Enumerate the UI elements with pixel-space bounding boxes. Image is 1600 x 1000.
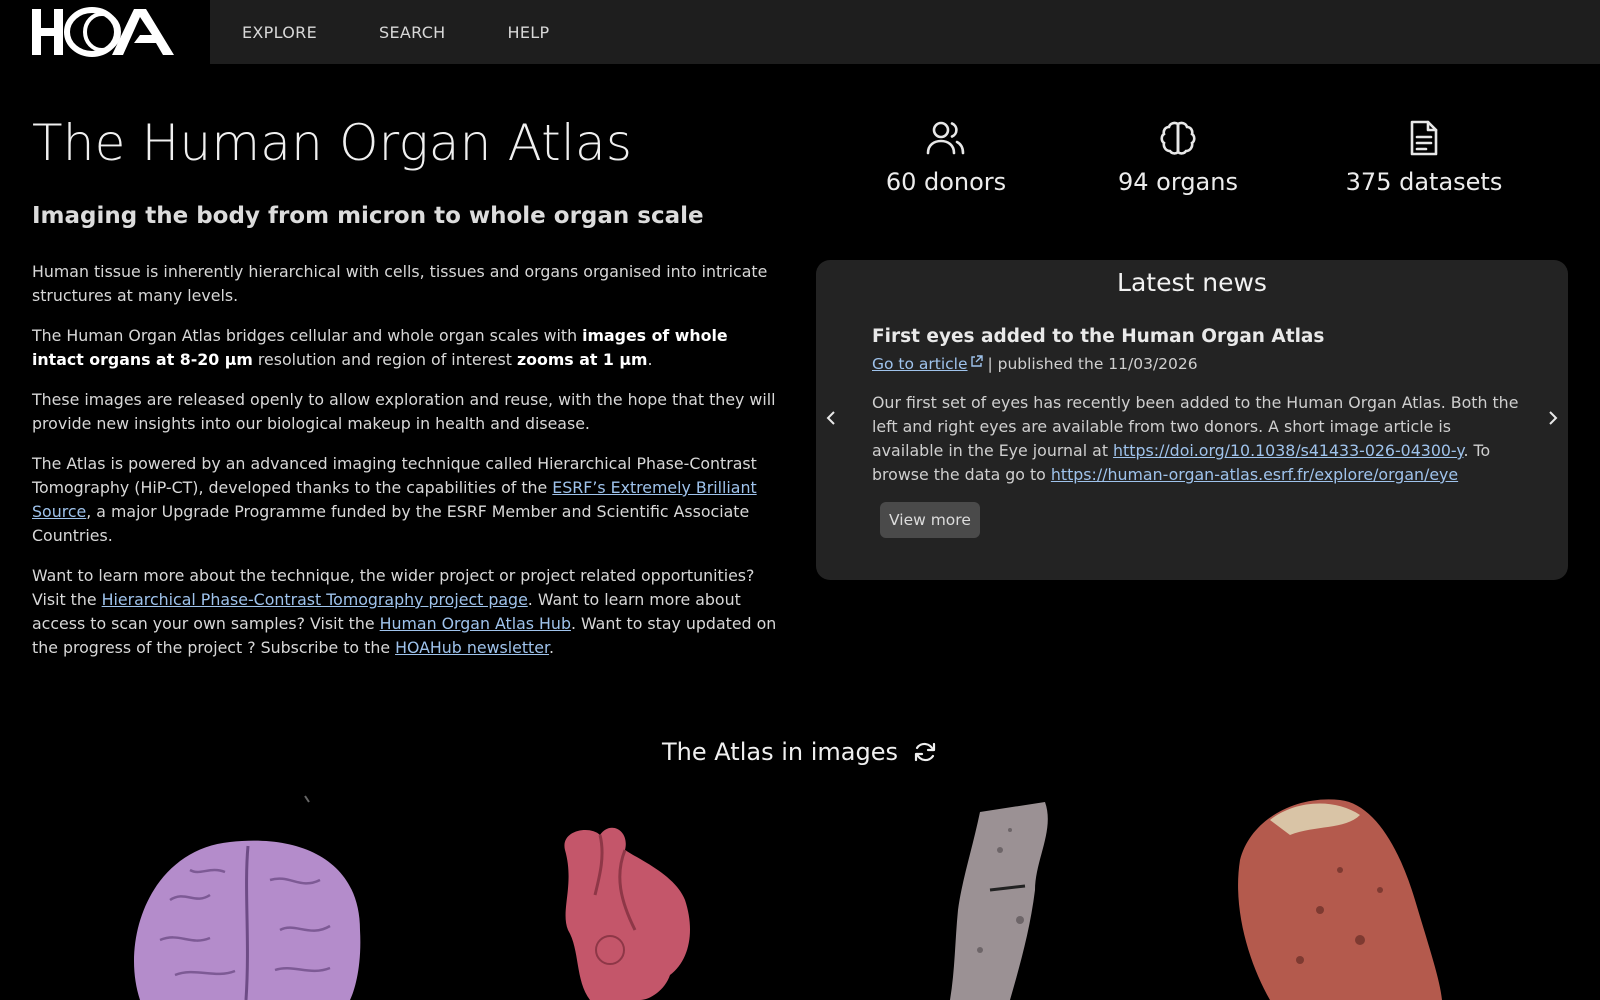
intro-text: Human tissue is inherently hierarchical … — [32, 260, 782, 660]
kidney-scan-image — [1238, 799, 1442, 1000]
news-meta: Go to article | published the 11/03/2026 — [872, 350, 1524, 377]
article-link-label: Go to article — [872, 355, 968, 373]
hoa-hub-link[interactable]: Human Organ Atlas Hub — [380, 614, 571, 633]
hoa-logo-icon — [32, 7, 174, 57]
gallery-tile-kidney[interactable] — [1210, 790, 1550, 1000]
donors-icon — [926, 121, 965, 155]
stat-donors: 60 donors — [846, 120, 1046, 196]
external-link-icon — [970, 350, 983, 376]
text-span: , a major Upgrade Programme funded by th… — [32, 502, 750, 545]
stat-datasets: 375 datasets — [1324, 120, 1524, 196]
intro-paragraph-5: Want to learn more about the technique, … — [32, 564, 782, 660]
main-nav: EXPLORE SEARCH HELP — [242, 0, 611, 64]
gallery-tile-brain[interactable] — [80, 790, 420, 1000]
newsletter-link[interactable]: HOAHub newsletter — [395, 638, 549, 657]
news-item: First eyes added to the Human Organ Atla… — [872, 324, 1524, 487]
intro-section: The Human Organ Atlas Imaging the body f… — [32, 112, 782, 676]
hipct-project-link[interactable]: Hierarchical Phase-Contrast Tomography p… — [102, 590, 528, 609]
doi-link[interactable]: https://doi.org/10.1038/s41433-026-04300… — [1113, 441, 1463, 460]
heart-scan-image — [564, 827, 690, 1000]
text-span: . — [549, 638, 555, 657]
news-prev-button[interactable] — [820, 406, 842, 430]
stat-organs-value: 94 organs — [1118, 168, 1238, 196]
intro-paragraph-1: Human tissue is inherently hierarchical … — [32, 262, 768, 305]
news-next-button[interactable] — [1542, 406, 1564, 430]
stats-row: 60 donors 94 organs 375 datasets — [816, 120, 1568, 220]
page-subtitle: Imaging the body from micron to whole or… — [32, 203, 704, 229]
nav-explore[interactable]: EXPLORE — [242, 23, 317, 42]
text-span: resolution and region of interest — [252, 350, 517, 369]
intro-paragraph-2: The Human Organ Atlas bridges cellular a… — [32, 324, 782, 372]
brain-icon — [1160, 121, 1196, 155]
intro-paragraph-4: The Atlas is powered by an advanced imag… — [32, 452, 782, 548]
news-title: First eyes added to the Human Organ Atla… — [872, 326, 1325, 347]
intro-paragraph-3: These images are released openly to allo… — [32, 390, 776, 433]
gallery-heading: The Atlas in images — [0, 738, 1600, 770]
page-title: The Human Organ Atlas — [32, 114, 633, 172]
document-icon — [1410, 120, 1438, 156]
nav-help[interactable]: HELP — [508, 23, 550, 42]
gallery-tile-heart[interactable] — [450, 790, 790, 1000]
top-navigation-bar: EXPLORE SEARCH HELP — [0, 0, 1600, 64]
brain-scan-image — [134, 795, 361, 1000]
refresh-icon[interactable] — [912, 740, 938, 770]
text-span: The Human Organ Atlas bridges cellular a… — [32, 326, 583, 345]
news-published-date: | published the 11/03/2026 — [982, 355, 1198, 373]
stat-datasets-value: 375 datasets — [1345, 168, 1503, 196]
text-span: . — [647, 350, 653, 369]
chevron-left-icon — [826, 411, 835, 425]
latest-news-card: Latest news First eyes added to the Huma… — [816, 260, 1568, 580]
gallery-title: The Atlas in images — [662, 738, 898, 766]
view-more-button[interactable]: View more — [880, 502, 980, 538]
news-text: Our first set of eyes has recently been … — [872, 391, 1524, 487]
nav-search[interactable]: SEARCH — [379, 23, 446, 42]
stat-donors-value: 60 donors — [885, 168, 1007, 196]
bone-scan-image — [950, 802, 1048, 1000]
browse-eye-link[interactable]: https://human-organ-atlas.esrf.fr/explor… — [1051, 465, 1458, 484]
go-to-article-link[interactable]: Go to article — [872, 355, 983, 373]
news-heading: Latest news — [1117, 268, 1267, 297]
hoa-logo[interactable] — [0, 0, 210, 64]
gallery-tile-bone[interactable] — [830, 790, 1170, 1000]
bold-text: zooms at 1 µm — [516, 350, 648, 369]
chevron-right-icon — [1549, 411, 1558, 425]
stat-organs: 94 organs — [1078, 120, 1278, 196]
